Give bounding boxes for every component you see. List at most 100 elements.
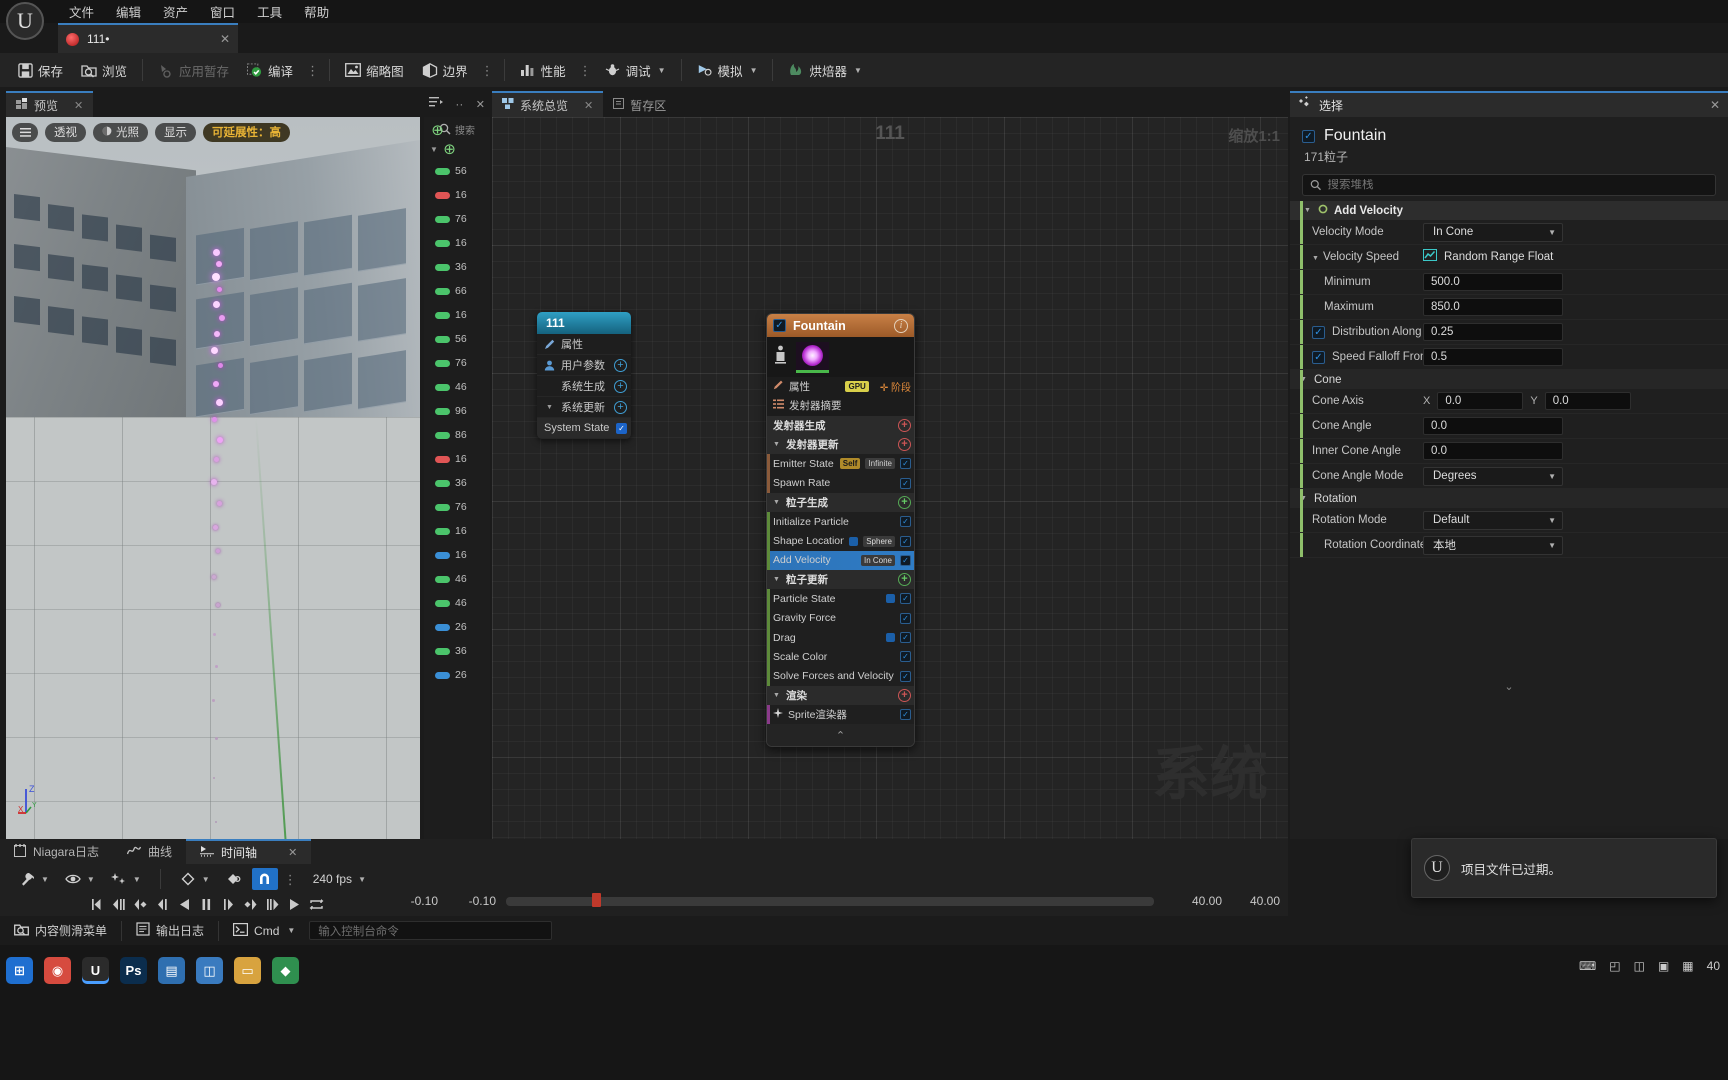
jump-to-start-icon[interactable] bbox=[88, 896, 105, 913]
menu-tools[interactable]: 工具 bbox=[246, 0, 293, 24]
taskbar-windows-start-icon[interactable]: ⊞ bbox=[6, 957, 33, 984]
system-node-row-system-state[interactable]: System State ✓ bbox=[537, 418, 631, 439]
emitter-category-row[interactable]: 发射器生成 + bbox=[767, 415, 914, 435]
details-group-header[interactable]: ▼ Cone bbox=[1290, 370, 1728, 389]
emitter-stage-label[interactable]: ✛ 阶段 bbox=[880, 379, 911, 394]
track-row[interactable]: 16 bbox=[424, 303, 490, 327]
property-value[interactable]: 本地 ▼ bbox=[1423, 535, 1728, 555]
inline-input-icon[interactable] bbox=[886, 594, 895, 604]
emitter-category-row[interactable]: ▼ 渲染 + bbox=[767, 685, 914, 706]
add-icon[interactable]: + bbox=[614, 358, 627, 372]
taskbar-folder-icon[interactable]: ▭ bbox=[234, 957, 261, 984]
track-row[interactable]: 66 bbox=[424, 279, 490, 303]
track-row[interactable]: 96 bbox=[424, 399, 490, 423]
property-value[interactable]: In Cone ▼ bbox=[1423, 222, 1728, 242]
fps-selector[interactable]: 240 fps ▼ bbox=[303, 872, 366, 886]
add-module-icon[interactable]: + bbox=[898, 495, 911, 509]
module-enabled-checkbox[interactable]: ✓ bbox=[900, 535, 911, 547]
content-drawer-button[interactable]: 内容侧滑菜单 bbox=[0, 916, 121, 945]
triangle-down-icon[interactable]: ▼ bbox=[773, 499, 781, 506]
module-enabled-checkbox[interactable]: ✓ bbox=[900, 670, 911, 682]
emitter-module-row[interactable]: Shape Location Sphere ✓ bbox=[767, 531, 914, 551]
add-module-icon[interactable]: + bbox=[898, 418, 911, 432]
loop-icon[interactable] bbox=[308, 896, 325, 913]
emitter-module-row[interactable]: Add Velocity In Cone ✓ bbox=[767, 550, 914, 570]
tray-icon[interactable]: ▦ bbox=[1682, 959, 1693, 973]
details-property-row[interactable]: Velocity Mode In Cone ▼ bbox=[1290, 220, 1728, 245]
details-rows[interactable]: Velocity Mode In Cone ▼ ▼ Velocity Speed Rand… bbox=[1290, 220, 1728, 558]
details-property-row[interactable]: ✓ Speed Falloff Fron 0.5 bbox=[1290, 345, 1728, 370]
close-icon[interactable]: ✕ bbox=[220, 32, 230, 46]
triangle-down-icon[interactable]: ▼ bbox=[1304, 207, 1312, 214]
details-collapse-button[interactable]: ⌄ bbox=[1290, 676, 1728, 696]
track-strip-more-icon[interactable]: ·· bbox=[455, 97, 463, 111]
wrench-icon[interactable] bbox=[19, 871, 36, 888]
module-enabled-checkbox[interactable]: ✓ bbox=[900, 632, 911, 643]
eye-icon[interactable] bbox=[65, 871, 82, 888]
baker-button[interactable]: 烘焙器 ▼ bbox=[779, 58, 870, 83]
taskbar-items[interactable]: ⊞ ◉ U Ps ▤ ◫ ▭ ◆ bbox=[6, 957, 299, 984]
timeline-tools-group[interactable]: ▼ bbox=[12, 871, 56, 888]
track-row[interactable]: 76 bbox=[424, 351, 490, 375]
tab-curves[interactable]: 曲线 bbox=[113, 839, 186, 864]
property-dropdown[interactable]: 本地 ▼ bbox=[1423, 535, 1563, 555]
tab-timeline[interactable]: 时间轴 ✕ bbox=[186, 839, 312, 864]
timeline-key-group[interactable]: ▼ bbox=[173, 871, 217, 888]
add-icon-2[interactable]: + bbox=[614, 379, 627, 393]
output-log-button[interactable]: 输出日志 bbox=[122, 916, 218, 945]
property-value[interactable]: 850.0 bbox=[1423, 298, 1728, 316]
snap-options-icon[interactable]: ⋮ bbox=[280, 873, 301, 886]
range-start-value[interactable]: -0.10 bbox=[380, 894, 438, 908]
add-module-icon[interactable]: + bbox=[898, 573, 911, 587]
viewport-menu-icon[interactable] bbox=[12, 122, 38, 142]
triangle-down-icon[interactable]: ▼ bbox=[773, 692, 781, 699]
timeline-range-row[interactable]: -0.10 -0.10 40.00 40.00 bbox=[380, 889, 1280, 913]
emitter-node-fountain[interactable]: ✓ Fountain i 属性 GPU ✛ 阶段 发射器摘要 发射器生成 + ▼ 发射器更新 +… bbox=[766, 313, 915, 748]
graph-canvas[interactable]: 111 缩放1:1 系统 111 属性 用户参数 + 系统生成 + ▼ 系统更新… bbox=[492, 117, 1288, 839]
details-section-header[interactable]: ▼ Add Velocity bbox=[1290, 201, 1728, 220]
unreal-logo-icon[interactable]: U bbox=[6, 2, 44, 40]
property-field[interactable]: 850.0 bbox=[1423, 298, 1563, 316]
step-forward-icon[interactable] bbox=[220, 896, 237, 913]
property-checkbox[interactable]: ✓ bbox=[1312, 325, 1325, 339]
track-row[interactable]: 16 bbox=[424, 543, 490, 567]
track-row[interactable]: 36 bbox=[424, 255, 490, 279]
timeline-scrub-bar[interactable] bbox=[506, 892, 1154, 907]
details-property-row[interactable]: Minimum 500.0 bbox=[1290, 270, 1728, 295]
timeline-keyframe-group[interactable] bbox=[219, 871, 250, 888]
debug-button[interactable]: 调试 ▼ bbox=[596, 58, 675, 83]
play-reverse-icon[interactable] bbox=[176, 896, 193, 913]
tray-icon[interactable]: ▣ bbox=[1658, 959, 1669, 973]
track-row[interactable]: 26 bbox=[424, 663, 490, 687]
track-row[interactable]: 56 bbox=[424, 159, 490, 183]
asset-tab-111[interactable]: 111• ✕ bbox=[58, 23, 238, 53]
details-property-row[interactable]: ✓ Distribution Along 0.25 bbox=[1290, 320, 1728, 345]
taskbar-unreal-engine-icon[interactable]: U bbox=[82, 957, 109, 984]
performance-button[interactable]: 性能 bbox=[511, 58, 575, 83]
details-property-row[interactable]: Cone Angle 0.0 bbox=[1290, 414, 1728, 439]
details-property-row[interactable]: Inner Cone Angle 0.0 bbox=[1290, 439, 1728, 464]
taskbar-image-viewer-icon[interactable]: ◫ bbox=[196, 957, 223, 984]
details-property-row[interactable]: Rotation Mode Default ▼ bbox=[1290, 508, 1728, 533]
module-enabled-checkbox[interactable]: ✓ bbox=[900, 477, 911, 489]
chevron-down-icon[interactable]: ▼ bbox=[41, 875, 49, 884]
jump-to-end-icon[interactable] bbox=[264, 896, 281, 913]
close-icon[interactable]: ✕ bbox=[288, 846, 297, 859]
thumbnail-button[interactable]: 缩略图 bbox=[336, 58, 413, 83]
track-row[interactable]: 16 bbox=[424, 447, 490, 471]
property-value[interactable]: 500.0 bbox=[1423, 273, 1728, 291]
details-property-row[interactable]: Rotation Coordinate 本地 ▼ bbox=[1290, 533, 1728, 558]
emitter-category-row[interactable]: ▼ 粒子更新 + bbox=[767, 569, 914, 590]
system-node[interactable]: 111 属性 用户参数 + 系统生成 + ▼ 系统更新 + System Sta… bbox=[537, 312, 631, 439]
module-enabled-checkbox[interactable]: ✓ bbox=[900, 516, 911, 528]
diamond-key-icon[interactable] bbox=[180, 871, 197, 888]
tray-icon[interactable]: ⌨ bbox=[1579, 959, 1596, 973]
keyframe-icon[interactable] bbox=[226, 871, 243, 888]
property-value[interactable]: 0.5 bbox=[1423, 348, 1728, 366]
apply-stash-button[interactable]: 应用暂存 bbox=[149, 58, 238, 83]
chevron-down-icon-4[interactable]: ▼ bbox=[202, 875, 210, 884]
system-node-row-user-params[interactable]: 用户参数 + bbox=[537, 355, 631, 376]
cmd-selector[interactable]: Cmd ▼ bbox=[219, 916, 309, 945]
timeline-fx-group[interactable]: ▼ bbox=[104, 871, 148, 888]
property-field[interactable]: 0.0 bbox=[1423, 417, 1563, 435]
